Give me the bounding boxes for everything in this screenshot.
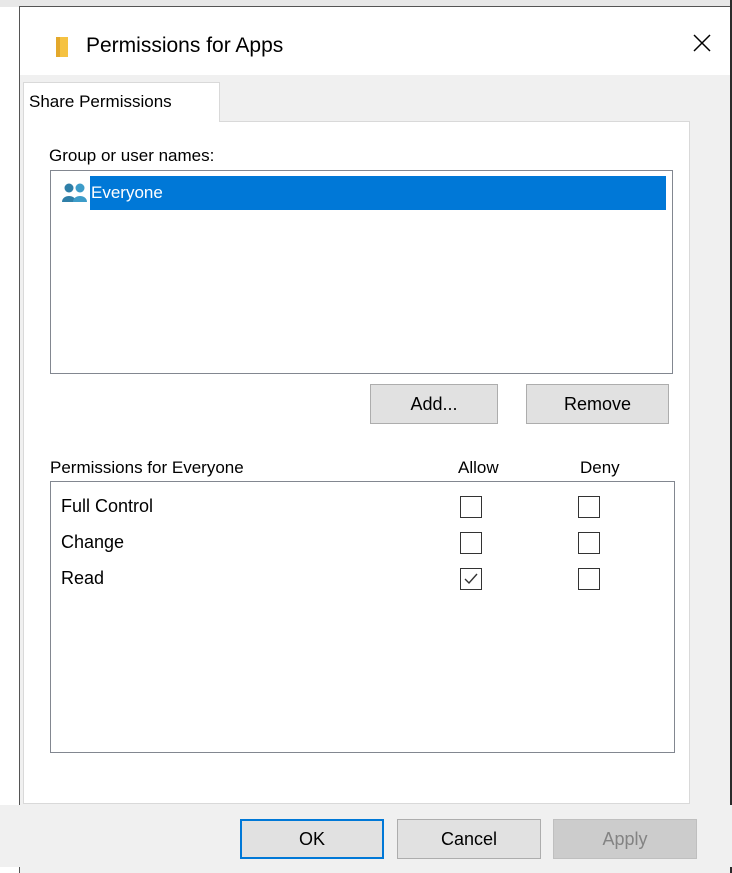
deny-checkbox-read[interactable] xyxy=(578,568,600,590)
allow-checkbox-full-control[interactable] xyxy=(460,496,482,518)
list-item-everyone[interactable]: Everyone xyxy=(57,176,666,210)
deny-checkbox-change[interactable] xyxy=(578,532,600,554)
group-user-listbox[interactable]: Everyone xyxy=(50,170,673,374)
allow-checkbox-change[interactable] xyxy=(460,532,482,554)
permission-name: Read xyxy=(61,568,105,588)
remove-button[interactable]: Remove xyxy=(526,384,669,424)
permission-row-full-control: Full Control xyxy=(51,488,674,524)
dialog-title: Permissions for Apps xyxy=(86,34,284,57)
close-icon xyxy=(693,34,711,52)
permission-row-read: Read xyxy=(51,560,674,596)
ok-button[interactable]: OK xyxy=(240,819,384,859)
deny-column-header: Deny xyxy=(580,458,620,477)
permission-row-change: Change xyxy=(51,524,674,560)
title-bar: Permissions for Apps xyxy=(20,7,730,75)
selection-highlight: Everyone xyxy=(90,176,666,210)
allow-column-header: Allow xyxy=(458,458,499,477)
allow-checkbox-read[interactable] xyxy=(460,568,482,590)
apply-button[interactable]: Apply xyxy=(553,819,697,859)
permission-name: Full Control xyxy=(61,496,154,516)
checkmark-icon xyxy=(464,573,478,585)
permission-name: Change xyxy=(61,532,125,552)
tab-share-permissions[interactable]: Share Permissions xyxy=(23,82,220,122)
group-or-user-names-label: Group or user names: xyxy=(49,146,215,165)
users-group-icon xyxy=(62,183,87,202)
list-item-label: Everyone xyxy=(91,183,163,202)
folder-icon xyxy=(56,37,68,57)
deny-checkbox-full-control[interactable] xyxy=(578,496,600,518)
close-button[interactable] xyxy=(682,23,722,63)
permissions-for-label: Permissions for Everyone xyxy=(50,458,244,477)
tab-label: Share Permissions xyxy=(29,92,172,111)
add-button[interactable]: Add... xyxy=(370,384,498,424)
cancel-button[interactable]: Cancel xyxy=(397,819,541,859)
permissions-list: Full Control Change Read xyxy=(50,481,675,753)
